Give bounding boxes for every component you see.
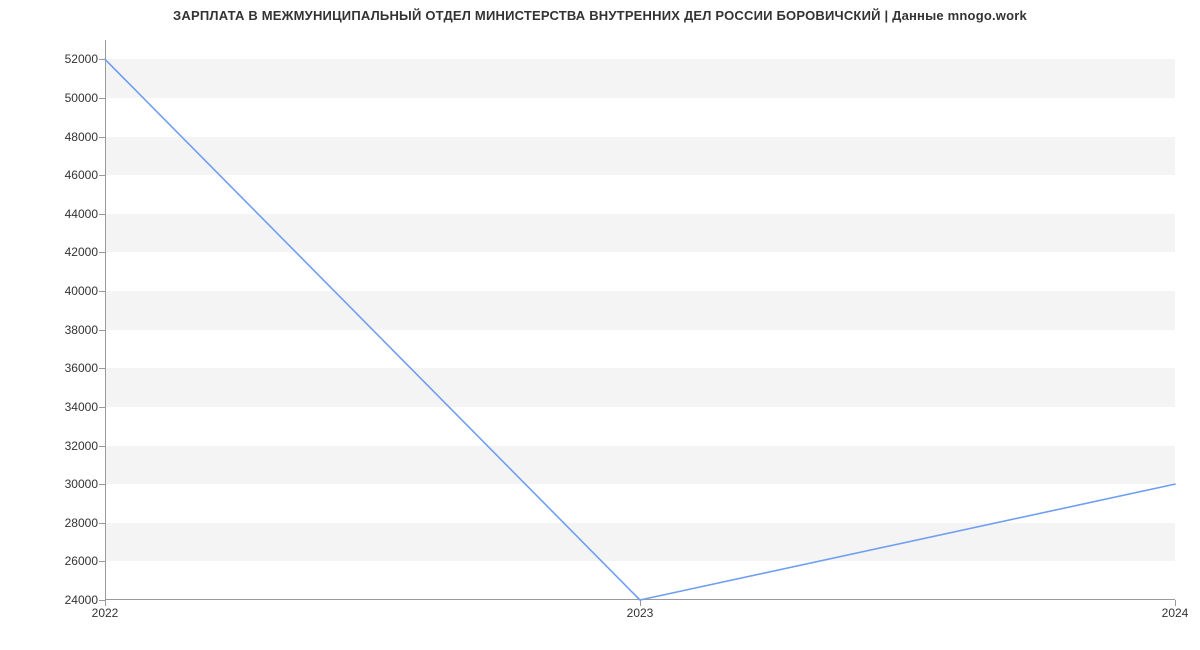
y-tick-label: 48000 (65, 130, 98, 144)
y-tick-label: 44000 (65, 207, 98, 221)
y-tick (99, 561, 105, 562)
y-tick-label: 50000 (65, 91, 98, 105)
plot-area (105, 40, 1175, 600)
y-tick (99, 98, 105, 99)
y-tick-label: 24000 (65, 593, 98, 607)
y-tick (99, 291, 105, 292)
y-tick (99, 137, 105, 138)
line-series (105, 40, 1175, 600)
y-tick (99, 214, 105, 215)
y-tick-label: 52000 (65, 52, 98, 66)
y-tick-label: 32000 (65, 439, 98, 453)
y-tick (99, 59, 105, 60)
y-tick-label: 26000 (65, 554, 98, 568)
y-tick (99, 523, 105, 524)
y-tick-label: 34000 (65, 400, 98, 414)
y-tick (99, 484, 105, 485)
y-tick (99, 446, 105, 447)
x-tick-label: 2022 (92, 606, 119, 620)
y-tick (99, 252, 105, 253)
y-tick-label: 36000 (65, 361, 98, 375)
y-tick (99, 368, 105, 369)
y-tick-label: 42000 (65, 245, 98, 259)
y-tick (99, 330, 105, 331)
chart-title: ЗАРПЛАТА В МЕЖМУНИЦИПАЛЬНЫЙ ОТДЕЛ МИНИСТ… (0, 8, 1200, 23)
y-tick-label: 46000 (65, 168, 98, 182)
y-tick (99, 175, 105, 176)
y-tick-label: 40000 (65, 284, 98, 298)
chart-container: ЗАРПЛАТА В МЕЖМУНИЦИПАЛЬНЫЙ ОТДЕЛ МИНИСТ… (0, 0, 1200, 650)
y-tick (99, 407, 105, 408)
x-tick-label: 2023 (627, 606, 654, 620)
y-tick-label: 38000 (65, 323, 98, 337)
y-tick-label: 28000 (65, 516, 98, 530)
y-tick-label: 30000 (65, 477, 98, 491)
x-tick-label: 2024 (1162, 606, 1189, 620)
